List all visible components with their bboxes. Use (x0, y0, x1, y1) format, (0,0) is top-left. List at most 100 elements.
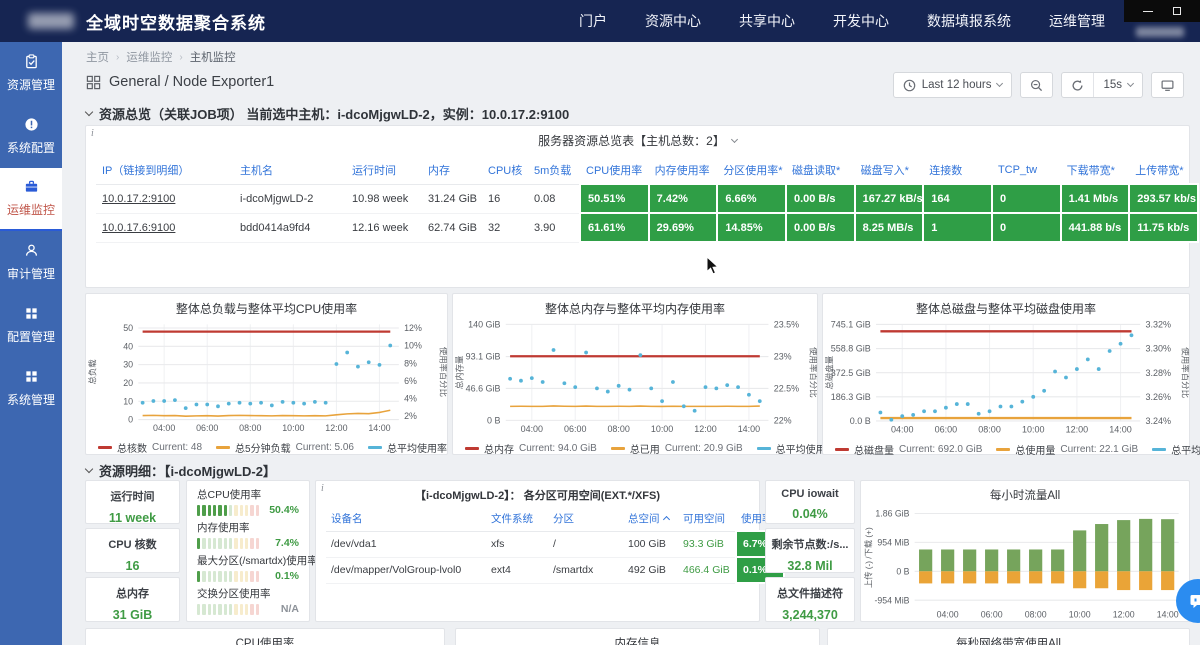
metric-cell: 11.75 kb/s (1129, 213, 1198, 242)
series-point (335, 362, 339, 366)
svg-text:14:00: 14:00 (1157, 609, 1179, 619)
svg-text:04:00: 04:00 (521, 424, 543, 434)
svg-text:3.32%: 3.32% (1146, 320, 1172, 330)
column-header[interactable]: 磁盘写入* (855, 157, 924, 184)
legend-item[interactable]: 总5分钟负载Current: 5.06 (216, 440, 354, 455)
bar (1139, 571, 1152, 590)
metric-cell: 293.57 kb/s (1129, 184, 1198, 213)
nav-item-data-report[interactable]: 数据填报系统 (927, 11, 1011, 31)
refresh-icon (1071, 79, 1084, 92)
maximize-icon[interactable] (1173, 7, 1181, 15)
sidebar-item-system-config[interactable]: 系统配置 (0, 105, 62, 168)
gauge: 交换分区使用率N/A (197, 586, 299, 615)
cell: 100 GiB (623, 531, 678, 557)
nav-item-dev-center[interactable]: 开发中心 (833, 11, 889, 31)
legend-item[interactable]: 总内存Current: 94.0 GiB (465, 441, 597, 456)
cell: /smartdx (548, 557, 623, 583)
legend-item[interactable]: 总核数Current: 48 (98, 440, 202, 455)
legend-item[interactable]: 总使用量Current: 22.1 GiB (996, 442, 1138, 457)
column-header[interactable]: CPU使用率 (580, 157, 649, 184)
column-header[interactable]: 文件系统 (486, 507, 548, 531)
minimize-icon[interactable] (1143, 11, 1153, 12)
svg-text:46.6 GiB: 46.6 GiB (466, 384, 501, 394)
column-header[interactable]: TCP_tw (992, 157, 1061, 184)
bar (919, 549, 932, 571)
legend-item[interactable]: 总磁盘量Current: 692.0 GiB (835, 442, 982, 457)
nav-item-ops-management[interactable]: 运维管理 (1049, 11, 1105, 31)
column-header[interactable]: 总空间 (623, 507, 678, 531)
cell: 466.4 GiB (678, 557, 736, 583)
stat-value: 16 (86, 559, 179, 573)
series-point (879, 411, 883, 415)
chart-title: 整体总负载与整体平均CPU使用率 (86, 294, 447, 317)
column-header[interactable]: 5m负载 (528, 157, 580, 184)
gauge-value: 50.4% (265, 504, 299, 516)
svg-text:1.86 GiB: 1.86 GiB (875, 509, 909, 519)
refresh-interval-select[interactable]: 15s (1093, 73, 1142, 97)
column-header[interactable]: 内存 (422, 157, 482, 184)
column-header[interactable]: 磁盘读取* (786, 157, 855, 184)
stat-label: 运行时间 (86, 488, 179, 504)
legend-item[interactable]: 总已用Current: 20.9 GiB (611, 441, 743, 456)
sidebar-item-label: 资源管理 (7, 76, 55, 93)
refresh-button[interactable] (1062, 73, 1093, 97)
nav-item-share-center[interactable]: 共享中心 (739, 11, 795, 31)
column-header[interactable]: 内存使用率 (649, 157, 718, 184)
chevron-down-icon[interactable] (731, 135, 738, 142)
collapse-icon[interactable] (85, 107, 93, 115)
collapse-icon[interactable] (85, 464, 93, 472)
nav-item-portal[interactable]: 门户 (579, 11, 607, 31)
cell: 62.74 GiB (422, 213, 482, 242)
cell: bdd0414a9fd4 (234, 213, 346, 242)
series-point (649, 386, 653, 390)
bar (1095, 524, 1108, 571)
breadcrumb-home[interactable]: 主页 (86, 49, 109, 65)
ip-link[interactable]: 10.0.17.6:9100 (102, 222, 175, 234)
sidebar-item-config-management[interactable]: 配置管理 (0, 294, 62, 357)
gauge-value: 7.4% (265, 537, 299, 549)
server-table-title: 服务器资源总览表【主机总数：2】 (86, 126, 1189, 149)
column-header[interactable]: 运行时间 (346, 157, 422, 184)
sidebar-item-resource-management[interactable]: 资源管理 (0, 42, 62, 105)
column-header[interactable]: 分区使用率* (717, 157, 786, 184)
bar (1029, 571, 1042, 583)
series-point (1108, 349, 1112, 353)
sidebar-item-label: 系统管理 (7, 391, 55, 408)
stat-remaining-nodes: 剩余节点数:/s... 32.8 Mil (765, 528, 855, 573)
column-header[interactable]: 分区 (548, 507, 623, 531)
bar (985, 571, 998, 583)
column-header[interactable]: 设备名 (326, 507, 486, 531)
section-overview: 资源总览（关联JOB项） 当前选中主机：i-dcoMjgwLD-2，实例：10.… (86, 104, 569, 123)
stat-cpu-cores: CPU 核数 16 (85, 528, 180, 573)
series-point (541, 380, 545, 384)
bar (919, 571, 932, 583)
series-point (367, 360, 371, 364)
ip-link[interactable]: 10.0.17.2:9100 (102, 193, 175, 205)
nav-item-resource-center[interactable]: 资源中心 (645, 11, 701, 31)
zoom-out-button[interactable] (1020, 72, 1053, 98)
column-header[interactable]: 下载带宽* (1061, 157, 1130, 184)
bar (1051, 571, 1064, 583)
sidebar-item-system-management[interactable]: 系统管理 (0, 357, 62, 420)
user-menu[interactable] (1136, 27, 1184, 37)
chart-title: 整体总磁盘与整体平均磁盘使用率 (823, 294, 1189, 317)
column-header[interactable]: 连接数 (923, 157, 992, 184)
column-header[interactable]: 上传带宽* (1129, 157, 1198, 184)
partition-panel: i 【i-dcoMjgwLD-2】： 各分区可用空间(EXT.*/XFS) 设备… (315, 480, 760, 622)
column-header[interactable]: 主机名 (234, 157, 346, 184)
column-header[interactable]: IP（链接到明细） (96, 157, 234, 184)
sidebar-item-ops-monitoring[interactable]: 运维监控 (0, 168, 62, 231)
series-point (141, 401, 145, 405)
svg-text:使用率百分比: 使用率百分比 (1181, 347, 1189, 398)
column-header[interactable]: CPU核 (482, 157, 528, 184)
breadcrumb-ops[interactable]: 运维监控 (126, 49, 172, 65)
svg-text:186.3 GiB: 186.3 GiB (831, 392, 871, 402)
gauge: 最大分区(/smartdx)使用率0.1% (197, 553, 299, 582)
tv-mode-button[interactable] (1151, 72, 1184, 98)
legend-item[interactable]: 总平均使用率Current: 3.3% (1152, 442, 1200, 457)
table-row: 10.0.17.2:9100i-dcoMjgwLD-210.98 week31.… (96, 184, 1198, 213)
sidebar-item-audit-management[interactable]: 审计管理 (0, 231, 62, 294)
time-range-picker[interactable]: Last 12 hours (893, 72, 1013, 98)
column-header[interactable]: 可用空间 (678, 507, 736, 531)
dashboard-toolbar: Last 12 hours 15s (893, 72, 1184, 98)
